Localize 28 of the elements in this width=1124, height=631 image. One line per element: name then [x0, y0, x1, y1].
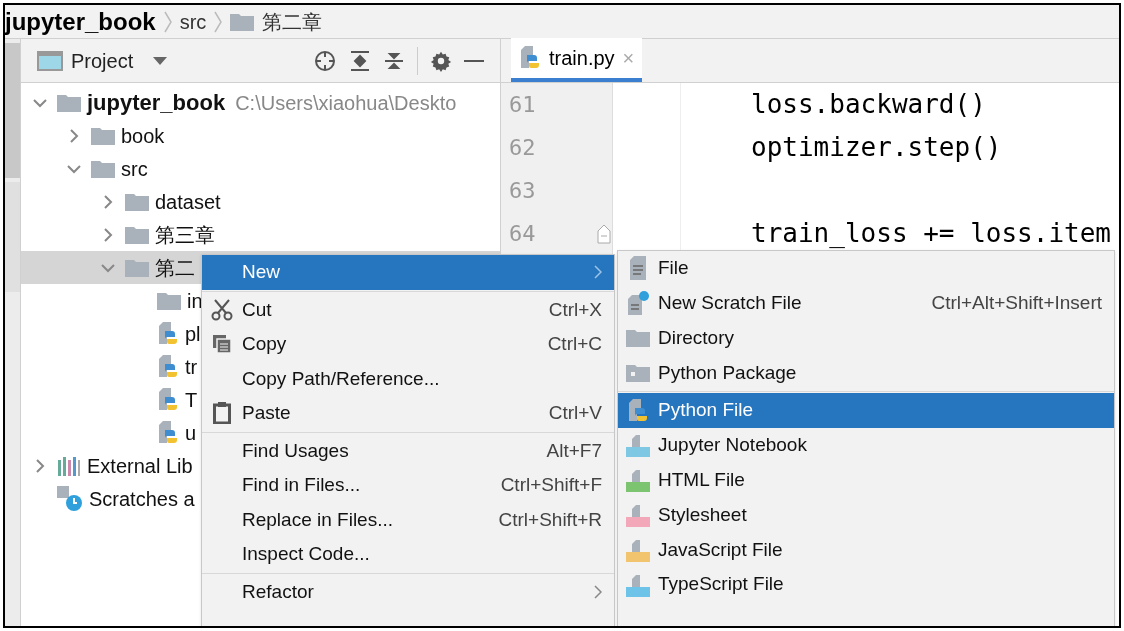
- code-line: loss.backward(): [750, 88, 986, 121]
- tree-label: in: [187, 288, 203, 314]
- tree-label: Scratches a: [89, 486, 195, 512]
- line-number: 64: [508, 220, 537, 248]
- shortcut-label: Alt+F7: [546, 438, 602, 463]
- tree-label: book: [121, 123, 165, 149]
- tree-label: jupyter_book: [87, 89, 226, 117]
- shortcut-label: Ctrl+Shift+F: [500, 473, 602, 497]
- shortcut-label: Ctrl+X: [548, 297, 602, 322]
- line-number: 62: [508, 134, 537, 162]
- tree-label: u: [185, 420, 197, 446]
- tree-label: External Lib: [87, 453, 193, 479]
- shortcut-label: Ctrl+Shift+R: [498, 507, 602, 532]
- tree-label: tr: [185, 354, 198, 380]
- shortcut-label: Ctrl+Alt+Shift+Insert: [931, 290, 1102, 315]
- tree-label: T: [185, 387, 198, 413]
- line-number: 61: [508, 91, 537, 119]
- line-number: 63: [508, 177, 537, 205]
- tree-label: dataset: [155, 189, 221, 215]
- tree-label: 第二: [155, 255, 195, 281]
- shortcut-label: Ctrl+V: [548, 401, 602, 425]
- tree-label: 第三章: [155, 222, 215, 248]
- code-line: optimizer.step(): [750, 131, 1002, 164]
- project-path: C:\Users\xiaohua\Deskto: [235, 90, 457, 116]
- tree-label: pl: [185, 321, 201, 347]
- code-line: train_loss += loss.item: [750, 217, 1112, 250]
- tree-label: src: [121, 156, 148, 182]
- shortcut-label: Ctrl+C: [547, 332, 602, 356]
